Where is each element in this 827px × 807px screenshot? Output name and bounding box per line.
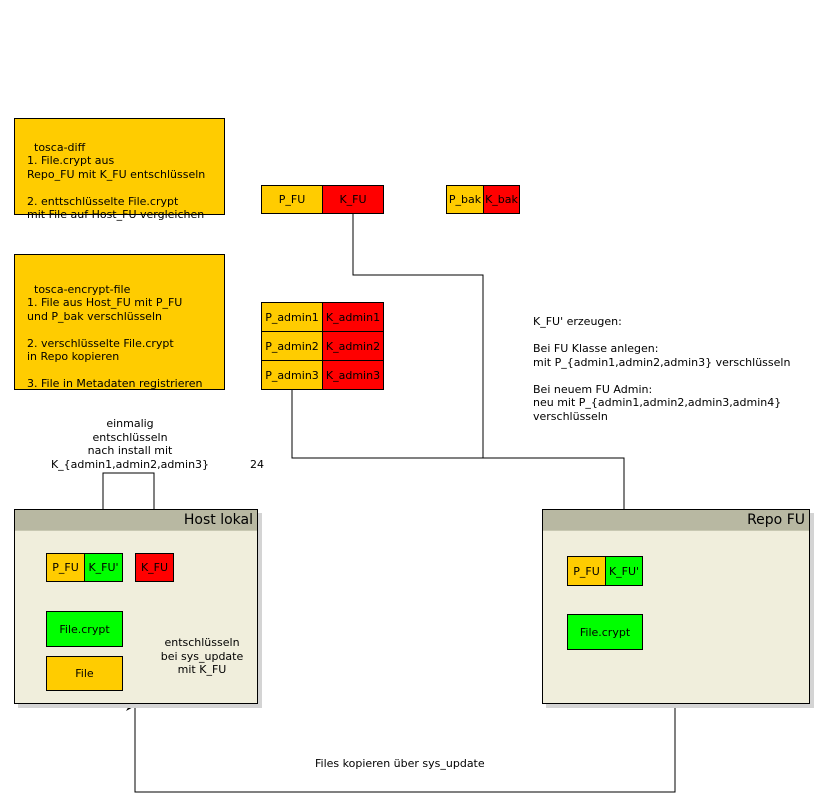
- key-p-admin3-label: P_admin3: [265, 368, 319, 382]
- note-tosca-encrypt-text: tosca-encrypt-file 1. File aus Host_FU m…: [27, 282, 203, 391]
- host-file-crypt-label: File.crypt: [59, 622, 110, 636]
- key-k-admin3[interactable]: K_admin3: [322, 360, 384, 390]
- key-k-admin1[interactable]: K_admin1: [322, 302, 384, 332]
- note-tosca-diff-text: tosca-diff 1. File.crypt aus Repo_FU mit…: [27, 140, 206, 222]
- copy-files-label: Files kopieren über sys_update: [315, 757, 485, 770]
- repo-file-crypt-label: File.crypt: [579, 625, 631, 639]
- host-file-crypt[interactable]: File.crypt: [46, 611, 123, 647]
- note-tosca-encrypt: tosca-encrypt-file 1. File aus Host_FU m…: [14, 254, 225, 390]
- repo-key-k-fu-prime-label: K_FU': [608, 564, 640, 578]
- host-key-k-fu-label: K_FU: [140, 561, 169, 574]
- host-key-p-fu-label: P_FU: [52, 561, 79, 574]
- key-k-admin2[interactable]: K_admin2: [322, 331, 384, 361]
- repo-fu-container: Repo FU: [542, 509, 810, 704]
- key-k-fu[interactable]: K_FU: [322, 185, 384, 214]
- key-p-admin1-label: P_admin1: [265, 310, 319, 324]
- note-tosca-diff: tosca-diff 1. File.crypt aus Repo_FU mit…: [14, 118, 225, 221]
- key-p-bak[interactable]: P_bak: [446, 185, 484, 214]
- key-k-fu-label: K_FU: [339, 193, 367, 206]
- key-p-admin1[interactable]: P_admin1: [261, 302, 323, 332]
- repo-key-k-fu-prime[interactable]: K_FU': [605, 556, 643, 586]
- host-decrypt-label: entschlüsseln bei sys_update mit K_FU: [160, 636, 244, 676]
- host-file[interactable]: File: [46, 656, 123, 691]
- key-p-fu[interactable]: P_FU: [261, 185, 323, 214]
- key-p-admin2-label: P_admin2: [265, 339, 319, 353]
- repo-key-p-fu[interactable]: P_FU: [567, 556, 606, 586]
- connector-admin-to-join: [291, 390, 483, 459]
- once-decrypt-label: einmalig entschlüsseln nach install mit …: [50, 417, 210, 471]
- host-file-label: File: [75, 667, 94, 680]
- key-k-bak-label: K_bak: [485, 193, 518, 206]
- key-k-admin3-label: K_admin3: [325, 368, 381, 382]
- repo-file-crypt[interactable]: File.crypt: [567, 614, 643, 650]
- host-key-k-fu-prime[interactable]: K_FU': [84, 553, 123, 582]
- host-lokal-title: Host lokal: [15, 510, 257, 531]
- key-k-bak[interactable]: K_bak: [483, 185, 520, 214]
- host-key-p-fu[interactable]: P_FU: [46, 553, 85, 582]
- connector-copy: [126, 701, 676, 793]
- key-k-admin2-label: K_admin2: [325, 339, 381, 353]
- key-k-admin1-label: K_admin1: [325, 310, 381, 324]
- key-p-admin2[interactable]: P_admin2: [261, 331, 323, 361]
- key-p-admin3[interactable]: P_admin3: [261, 360, 323, 390]
- key-p-bak-label: P_bak: [448, 193, 482, 206]
- stray-number-label: 24: [250, 458, 264, 471]
- repo-fu-title: Repo FU: [543, 510, 809, 531]
- key-p-fu-label: P_FU: [278, 193, 306, 206]
- host-key-k-fu-prime-label: K_FU': [88, 561, 119, 574]
- repo-key-p-fu-label: P_FU: [573, 564, 600, 578]
- kfu-prime-description: K_FU' erzeugen: Bei FU Klasse anlegen: m…: [533, 315, 791, 423]
- host-key-k-fu[interactable]: K_FU: [135, 553, 174, 582]
